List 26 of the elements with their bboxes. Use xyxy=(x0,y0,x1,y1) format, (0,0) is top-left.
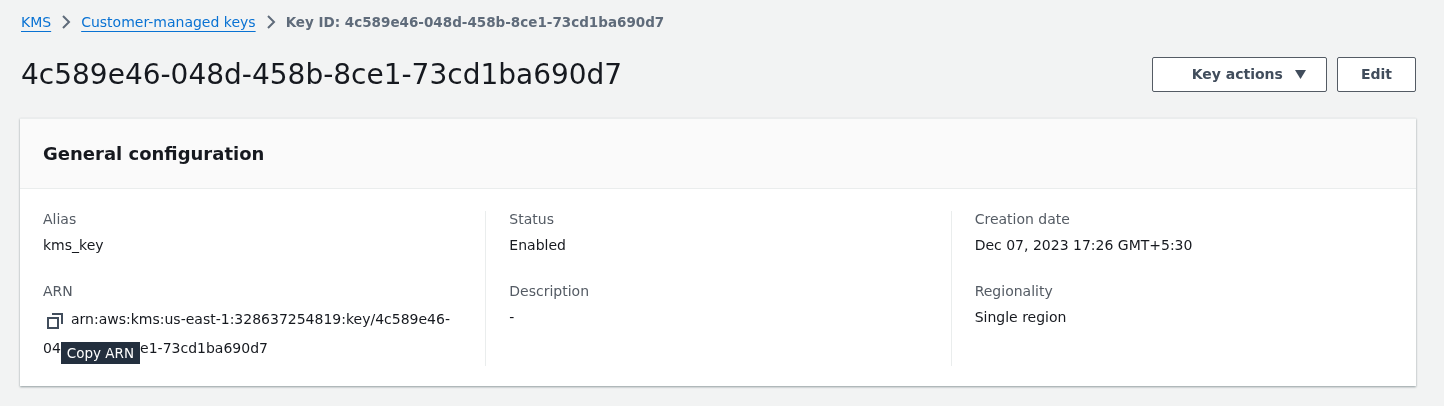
caret-icon xyxy=(1294,69,1306,79)
page-title: 4c589e46-048d-458b-8ce1-73cd1ba690d7 xyxy=(21,57,623,91)
field-value: 04 xyxy=(43,340,61,356)
field-label: Creation date xyxy=(974,211,1071,229)
breadcrumb-link[interactable]: KMS xyxy=(21,14,52,30)
field-label: ARN xyxy=(43,283,74,301)
copy-icon[interactable] xyxy=(47,313,63,329)
edit-button[interactable]: Edit xyxy=(1336,56,1416,92)
key-actions-dropdown[interactable]: Key actions xyxy=(1151,56,1327,92)
breadcrumb-current: Key ID: 4c589e46-048d-458b-8ce1-73cd1ba690d7 xyxy=(285,14,665,30)
panel-title: General configuration xyxy=(20,119,1416,189)
chevron-icon xyxy=(265,15,276,29)
chevron-icon xyxy=(61,15,72,29)
field-label: Status xyxy=(509,211,555,229)
field-value: arn:aws:kms:us-east-1:328637254819:key/4c589e46- xyxy=(71,311,450,329)
field-label: Description xyxy=(509,283,591,301)
breadcrumb-link[interactable]: Customer-managed keys xyxy=(81,14,256,30)
field-label: Alias xyxy=(43,211,78,229)
field-value: Single region xyxy=(974,309,1068,327)
field-value: - xyxy=(509,309,516,327)
tooltip: Copy ARN xyxy=(60,342,141,364)
field-value: Enabled xyxy=(509,237,567,255)
field-value: kms_key xyxy=(43,237,105,255)
field-value: Dec 07, 2023 17:26 GMT+5:30 xyxy=(974,237,1194,255)
field-value: e1-73cd1ba690d7 xyxy=(140,340,268,356)
field-label: Regionality xyxy=(974,283,1054,301)
